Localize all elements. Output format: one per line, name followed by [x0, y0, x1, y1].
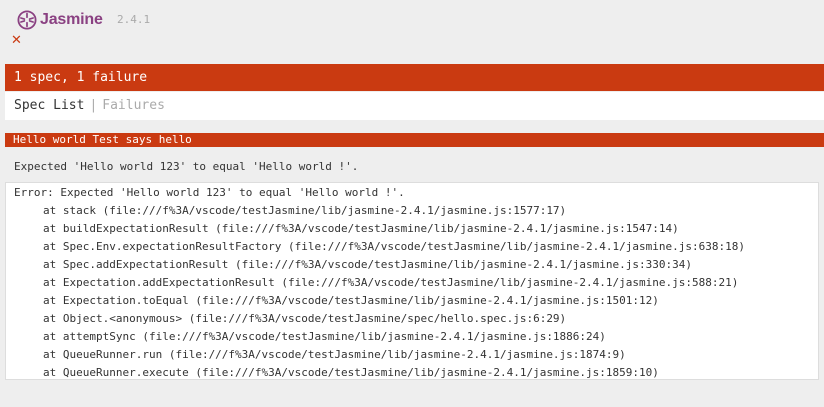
version-label: 2.4.1 — [117, 13, 151, 26]
stack-trace: Error: Expected 'Hello world 123' to equ… — [5, 182, 819, 380]
logo-text: Jasmine — [40, 11, 103, 28]
stack-frame: at QueueRunner.run (file:///f%3A/vscode/… — [43, 348, 626, 361]
failures-link[interactable]: Failures — [102, 98, 165, 113]
spec-list-link[interactable]: Spec List — [14, 98, 84, 113]
failed-spec-icon[interactable]: ✕ — [11, 33, 22, 48]
jasmine-flower-icon — [17, 10, 37, 30]
stack-frame: at QueueRunner.execute (file:///f%3A/vsc… — [43, 366, 659, 379]
stack-frame: at Spec.addExpectationResult (file:///f%… — [43, 258, 693, 271]
failure-summary-text: 1 spec, 1 failure — [14, 70, 148, 85]
stack-frame: at Expectation.toEqual (file:///f%3A/vsc… — [43, 294, 659, 307]
stack-frame: at buildExpectationResult (file:///f%3A/… — [43, 222, 679, 235]
spec-description[interactable]: Hello world Test says hello — [13, 133, 192, 146]
stack-frame: at stack (file:///f%3A/vscode/testJasmin… — [43, 204, 567, 217]
failure-summary-bar: 1 spec, 1 failure — [5, 64, 824, 91]
symbol-summary: ✕ — [11, 34, 22, 48]
stack-error-line: Error: Expected 'Hello world 123' to equ… — [14, 186, 405, 199]
banner: Jasmine 2.4.1 — [5, 8, 824, 32]
result-message: Expected 'Hello world 123' to equal 'Hel… — [14, 160, 359, 173]
jasmine-logo-link[interactable]: Jasmine — [17, 9, 103, 31]
stack-frame: at Expectation.addExpectationResult (fil… — [43, 276, 739, 289]
stack-frame: at Spec.Env.expectationResultFactory (fi… — [43, 240, 745, 253]
menu-separator: | — [89, 98, 98, 113]
stack-frame: at attemptSync (file:///f%3A/vscode/test… — [43, 330, 606, 343]
failed-spec-title[interactable]: Hello world Test says hello — [5, 133, 824, 147]
jasmine-reporter: Jasmine 2.4.1 ✕ 1 spec, 1 failure Spec L… — [0, 0, 824, 407]
stack-frame: at Object.<anonymous> (file:///f%3A/vsco… — [43, 312, 567, 325]
results-menu: Spec List | Failures — [5, 92, 824, 120]
